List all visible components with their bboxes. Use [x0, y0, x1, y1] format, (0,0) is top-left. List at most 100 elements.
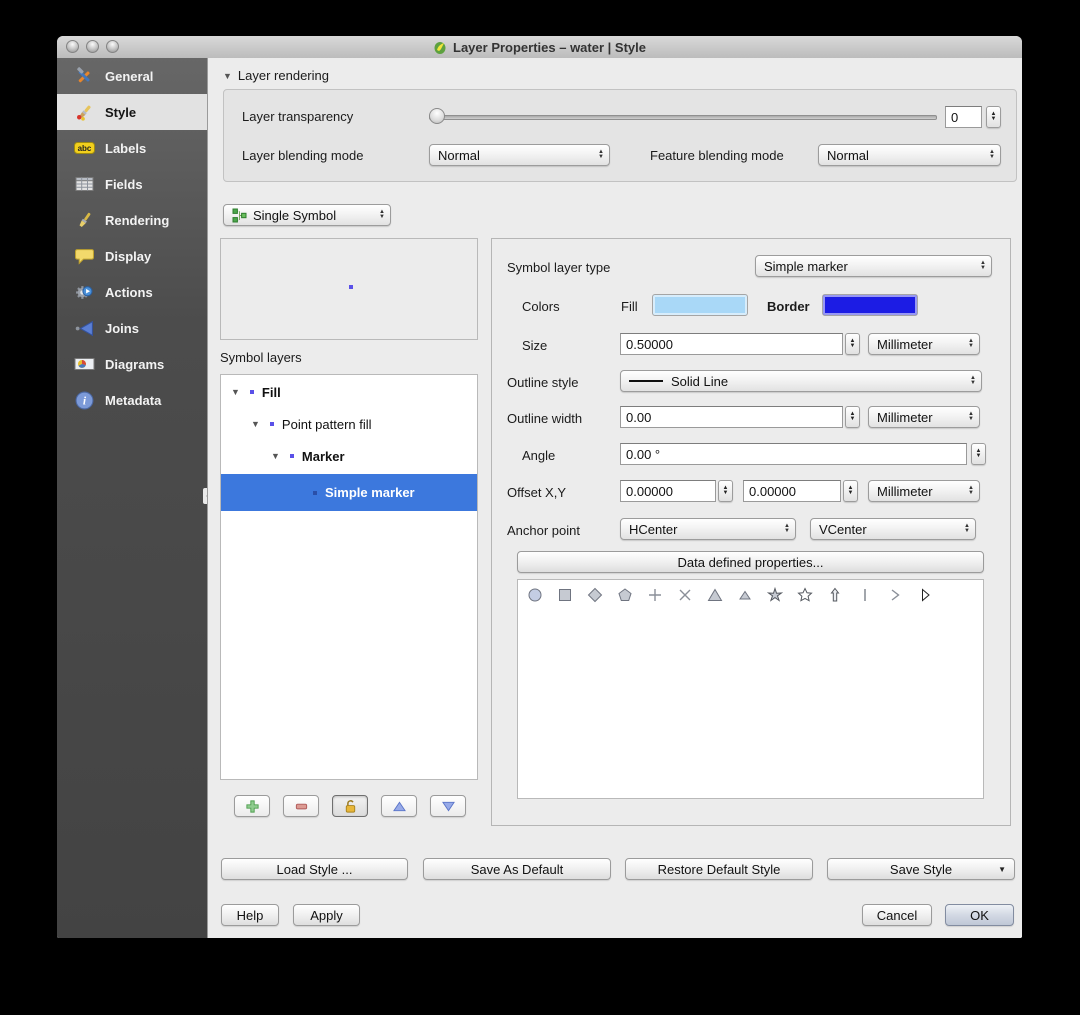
border-color-swatch[interactable]	[822, 294, 918, 316]
move-layer-up-button[interactable]	[381, 795, 417, 817]
shape-pentagon-icon[interactable]	[617, 587, 633, 603]
expand-triangle-icon[interactable]: ▼	[271, 451, 280, 461]
sidebar-item-display[interactable]: Display	[57, 238, 207, 274]
shape-square-icon[interactable]	[557, 587, 573, 603]
shape-chevron-right-icon[interactable]	[887, 587, 903, 603]
collapse-triangle-icon[interactable]: ▼	[223, 71, 232, 81]
brush-icon	[69, 211, 99, 230]
sidebar-item-rendering[interactable]: Rendering	[57, 202, 207, 238]
paintbrush-icon	[69, 103, 99, 122]
tree-row-simple-marker[interactable]: Simple marker	[221, 474, 477, 511]
feature-blending-label: Feature blending mode	[650, 148, 784, 163]
save-style-button[interactable]: Save Style ▼	[827, 858, 1015, 880]
table-icon	[69, 176, 99, 192]
shape-triangle-small-icon[interactable]	[737, 587, 753, 603]
outline-width-input[interactable]: 0.00	[620, 406, 843, 428]
sidebar-item-label: Fields	[105, 176, 143, 192]
offset-x-input[interactable]: 0.00000	[620, 480, 716, 502]
outline-width-label: Outline width	[507, 411, 583, 426]
sidebar-item-general[interactable]: General	[57, 58, 207, 94]
updown-arrows-icon: ▲ ▼	[784, 523, 790, 534]
sidebar-item-joins[interactable]: Joins	[57, 310, 207, 346]
sidebar-item-label: Diagrams	[105, 356, 165, 372]
window-controls	[66, 40, 119, 53]
layer-rendering-section-header[interactable]: ▼ Layer rendering	[223, 68, 329, 83]
size-unit-select[interactable]: Millimeter ▲ ▼	[868, 333, 980, 355]
layer-transparency-value-input[interactable]: 0	[945, 106, 982, 128]
layer-transparency-stepper[interactable]: ▲ ▼	[986, 106, 1001, 128]
slider-thumb[interactable]	[429, 108, 445, 124]
shape-plus-icon[interactable]	[647, 587, 663, 603]
add-symbol-layer-button[interactable]	[234, 795, 270, 817]
tree-row-marker[interactable]: ▼ Marker	[221, 440, 477, 472]
section-label: Layer rendering	[237, 68, 329, 83]
symbol-layers-tree: ▼ Fill ▼ Point pattern fill ▼ Marker Sim…	[220, 374, 478, 780]
sidebar: General Style abc Labels Fields Renderin…	[57, 58, 207, 938]
anchor-v-select[interactable]: VCenter ▲ ▼	[810, 518, 976, 540]
tree-row-fill[interactable]: ▼ Fill	[221, 376, 477, 408]
tree-row-point-pattern-fill[interactable]: ▼ Point pattern fill	[221, 408, 477, 440]
shape-arrow-up-icon[interactable]	[827, 587, 843, 603]
data-defined-properties-button[interactable]: Data defined properties...	[517, 551, 984, 573]
angle-input[interactable]: 0.00 °	[620, 443, 967, 465]
outline-width-unit-select[interactable]: Millimeter ▲ ▼	[868, 406, 980, 428]
slider-track[interactable]	[429, 115, 937, 120]
size-input[interactable]: 0.50000	[620, 333, 843, 355]
offset-unit-select[interactable]: Millimeter ▲ ▼	[868, 480, 980, 502]
outline-style-select[interactable]: Solid Line ▲ ▼	[620, 370, 982, 392]
layer-blending-select[interactable]: Normal ▲ ▼	[429, 144, 610, 166]
expand-triangle-icon[interactable]: ▼	[251, 419, 260, 429]
sidebar-item-labels[interactable]: abc Labels	[57, 130, 207, 166]
sidebar-item-actions[interactable]: Actions	[57, 274, 207, 310]
layer-properties-dialog: Layer Properties – water | Style General…	[57, 36, 1022, 938]
offset-y-input[interactable]: 0.00000	[743, 480, 841, 502]
shape-diamond-icon[interactable]	[587, 587, 603, 603]
shape-star-thin-icon[interactable]	[766, 586, 784, 603]
outline-width-stepper[interactable]: ▲ ▼	[845, 406, 860, 428]
shape-cross-icon[interactable]	[677, 587, 693, 603]
shape-star-icon[interactable]	[797, 587, 813, 603]
angle-stepper[interactable]: ▲ ▼	[971, 443, 986, 465]
fill-label: Fill	[621, 299, 638, 314]
remove-symbol-layer-button[interactable]	[283, 795, 319, 817]
shape-vertical-line-icon[interactable]	[857, 587, 873, 603]
gear-play-icon	[69, 283, 99, 302]
lock-colors-button[interactable]	[332, 795, 368, 817]
shape-arrowhead-right-icon[interactable]	[917, 587, 933, 603]
anchor-h-select[interactable]: HCenter ▲ ▼	[620, 518, 796, 540]
sidebar-item-fields[interactable]: Fields	[57, 166, 207, 202]
feature-blending-select[interactable]: Normal ▲ ▼	[818, 144, 1001, 166]
symbol-layer-type-select[interactable]: Simple marker ▲ ▼	[755, 255, 992, 277]
info-icon: i	[69, 391, 99, 410]
titlebar[interactable]: Layer Properties – water | Style	[57, 36, 1022, 59]
renderer-select[interactable]: Single Symbol ▲ ▼	[223, 204, 391, 226]
help-button[interactable]: Help	[221, 904, 279, 926]
cancel-button[interactable]: Cancel	[862, 904, 932, 926]
shape-circle-icon[interactable]	[527, 587, 543, 603]
symbol-layer-toolbar	[234, 795, 466, 817]
minimize-button[interactable]	[86, 40, 99, 53]
border-label: Border	[767, 299, 810, 314]
sidebar-item-metadata[interactable]: i Metadata	[57, 382, 207, 418]
sidebar-item-diagrams[interactable]: Diagrams	[57, 346, 207, 382]
abc-tag-icon: abc	[69, 140, 99, 156]
stepper-down-icon[interactable]: ▼	[991, 116, 997, 122]
move-layer-down-button[interactable]	[430, 795, 466, 817]
size-stepper[interactable]: ▲ ▼	[845, 333, 860, 355]
restore-default-style-button[interactable]: Restore Default Style	[625, 858, 813, 880]
offset-y-stepper[interactable]: ▲ ▼	[843, 480, 858, 502]
offset-x-stepper[interactable]: ▲ ▼	[718, 480, 733, 502]
sidebar-item-style[interactable]: Style	[57, 94, 207, 130]
apply-button[interactable]: Apply	[293, 904, 360, 926]
layer-transparency-slider[interactable]	[429, 106, 937, 126]
expand-triangle-icon[interactable]: ▼	[231, 387, 240, 397]
fill-color-swatch[interactable]	[652, 294, 748, 316]
ok-button[interactable]: OK	[945, 904, 1014, 926]
sidebar-item-label: Style	[105, 104, 137, 120]
save-as-default-button[interactable]: Save As Default	[423, 858, 611, 880]
svg-text:abc: abc	[77, 144, 91, 153]
shape-triangle-icon[interactable]	[707, 587, 723, 603]
zoom-button[interactable]	[106, 40, 119, 53]
close-button[interactable]	[66, 40, 79, 53]
load-style-button[interactable]: Load Style ...	[221, 858, 408, 880]
